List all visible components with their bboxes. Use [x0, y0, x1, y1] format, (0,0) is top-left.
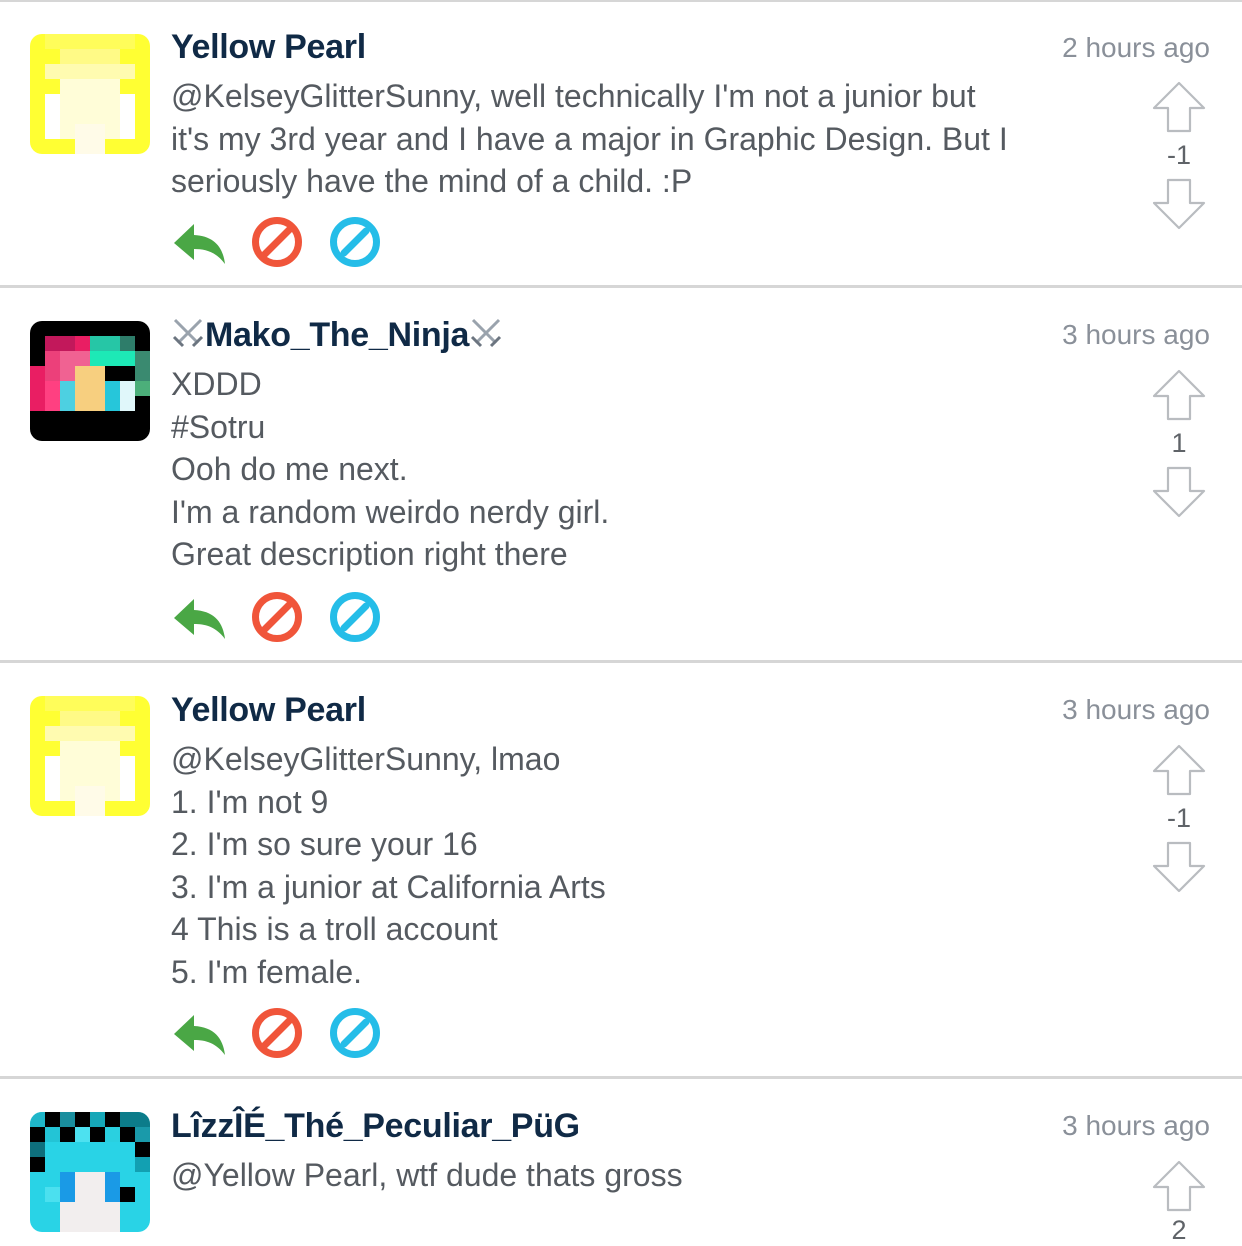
username[interactable]: LîzzÎÉ_Thé_Peculiar_PüG: [171, 1107, 580, 1146]
upvote-arrow-icon[interactable]: [1150, 1159, 1208, 1213]
timestamp: 3 hours ago: [1062, 694, 1210, 725]
reply-arrow-icon[interactable]: [172, 589, 228, 645]
vote-score: -1: [1166, 803, 1191, 833]
comment-line: 1. I'm not 9: [171, 783, 329, 820]
vote-score: 1: [1171, 428, 1187, 458]
comment-line: @Yellow Pearl, wtf dude thats gross: [171, 1157, 683, 1193]
flag-icon[interactable]: [327, 214, 383, 270]
comment-line: 2. I'm so sure your 16: [171, 826, 478, 862]
block-icon[interactable]: [249, 214, 305, 270]
downvote-arrow-icon[interactable]: [1150, 177, 1208, 231]
comment-body: @Yellow Pearl, wtf dude thats gross: [171, 1154, 1101, 1197]
comment-line: @KelseyGlitterSunny, lmao: [171, 741, 561, 777]
flag-icon[interactable]: [327, 589, 383, 645]
comment-line: 3. I'm a junior at California Arts: [171, 868, 606, 905]
comment-item: LîzzÎÉ_Thé_Peculiar_PüG 3 hours ago @Yel…: [0, 1079, 1242, 1245]
comment-item: Yellow Pearl 3 hours ago @KelseyGlitterS…: [0, 663, 1242, 1076]
yellow-pixel-avatar[interactable]: [30, 696, 150, 816]
vote-score: 2: [1171, 1215, 1187, 1245]
timestamp: 3 hours ago: [1062, 319, 1210, 350]
comment-body: @KelseyGlitterSunny, well technically I'…: [171, 75, 1101, 203]
downvote-arrow-icon[interactable]: [1150, 840, 1208, 894]
comment-line: seriously have the mind of a child. :P: [171, 163, 693, 199]
comment-body: @KelseyGlitterSunny, lmao 1. I'm not 9 2…: [171, 738, 1101, 993]
reply-arrow-icon[interactable]: [172, 214, 228, 270]
flag-icon[interactable]: [327, 1005, 383, 1061]
crossed-swords-icon: [171, 316, 205, 350]
comment-line: 4 This is a troll account: [171, 911, 498, 947]
comment-line: Ooh do me next.: [171, 451, 408, 487]
username-text: Mako_The_Ninja: [205, 316, 470, 354]
comment-line: 5. I'm female.: [171, 953, 363, 990]
comment-body: XDDD #Sotru Ooh do me next. I'm a random…: [171, 363, 1101, 576]
upvote-arrow-icon[interactable]: [1150, 743, 1208, 797]
username[interactable]: Mako_The_Ninja: [171, 316, 503, 355]
comment-feed: Yellow Pearl 2 hours ago @KelseyGlitterS…: [0, 0, 1242, 1245]
upvote-arrow-icon[interactable]: [1150, 80, 1208, 134]
block-icon[interactable]: [249, 589, 305, 645]
pink-teal-pixel-avatar[interactable]: [30, 321, 150, 441]
comment-line: XDDD: [171, 366, 262, 402]
downvote-arrow-icon[interactable]: [1150, 465, 1208, 519]
comment-item: Yellow Pearl 2 hours ago @KelseyGlitterS…: [0, 0, 1242, 285]
vote-score: -1: [1166, 140, 1191, 170]
block-icon[interactable]: [249, 1005, 305, 1061]
comment-line: @KelseyGlitterSunny, well technically I'…: [171, 78, 976, 114]
comment-line: #Sotru: [171, 408, 266, 445]
upvote-arrow-icon[interactable]: [1150, 368, 1208, 422]
reply-arrow-icon[interactable]: [172, 1005, 228, 1061]
cyan-pixel-avatar[interactable]: [30, 1112, 150, 1232]
crossed-swords-icon: [469, 316, 503, 350]
comment-line: I'm a random weirdo nerdy girl.: [171, 493, 610, 530]
timestamp: 3 hours ago: [1062, 1110, 1210, 1141]
timestamp: 2 hours ago: [1062, 32, 1210, 63]
yellow-pixel-avatar[interactable]: [30, 34, 150, 154]
comment-line: Great description right there: [171, 536, 568, 572]
username[interactable]: Yellow Pearl: [171, 691, 366, 730]
username[interactable]: Yellow Pearl: [171, 28, 366, 67]
comment-line: it's my 3rd year and I have a major in G…: [171, 120, 1008, 157]
comment-item: Mako_The_Ninja 3 hours ago XDDD #Sotru O…: [0, 288, 1242, 660]
